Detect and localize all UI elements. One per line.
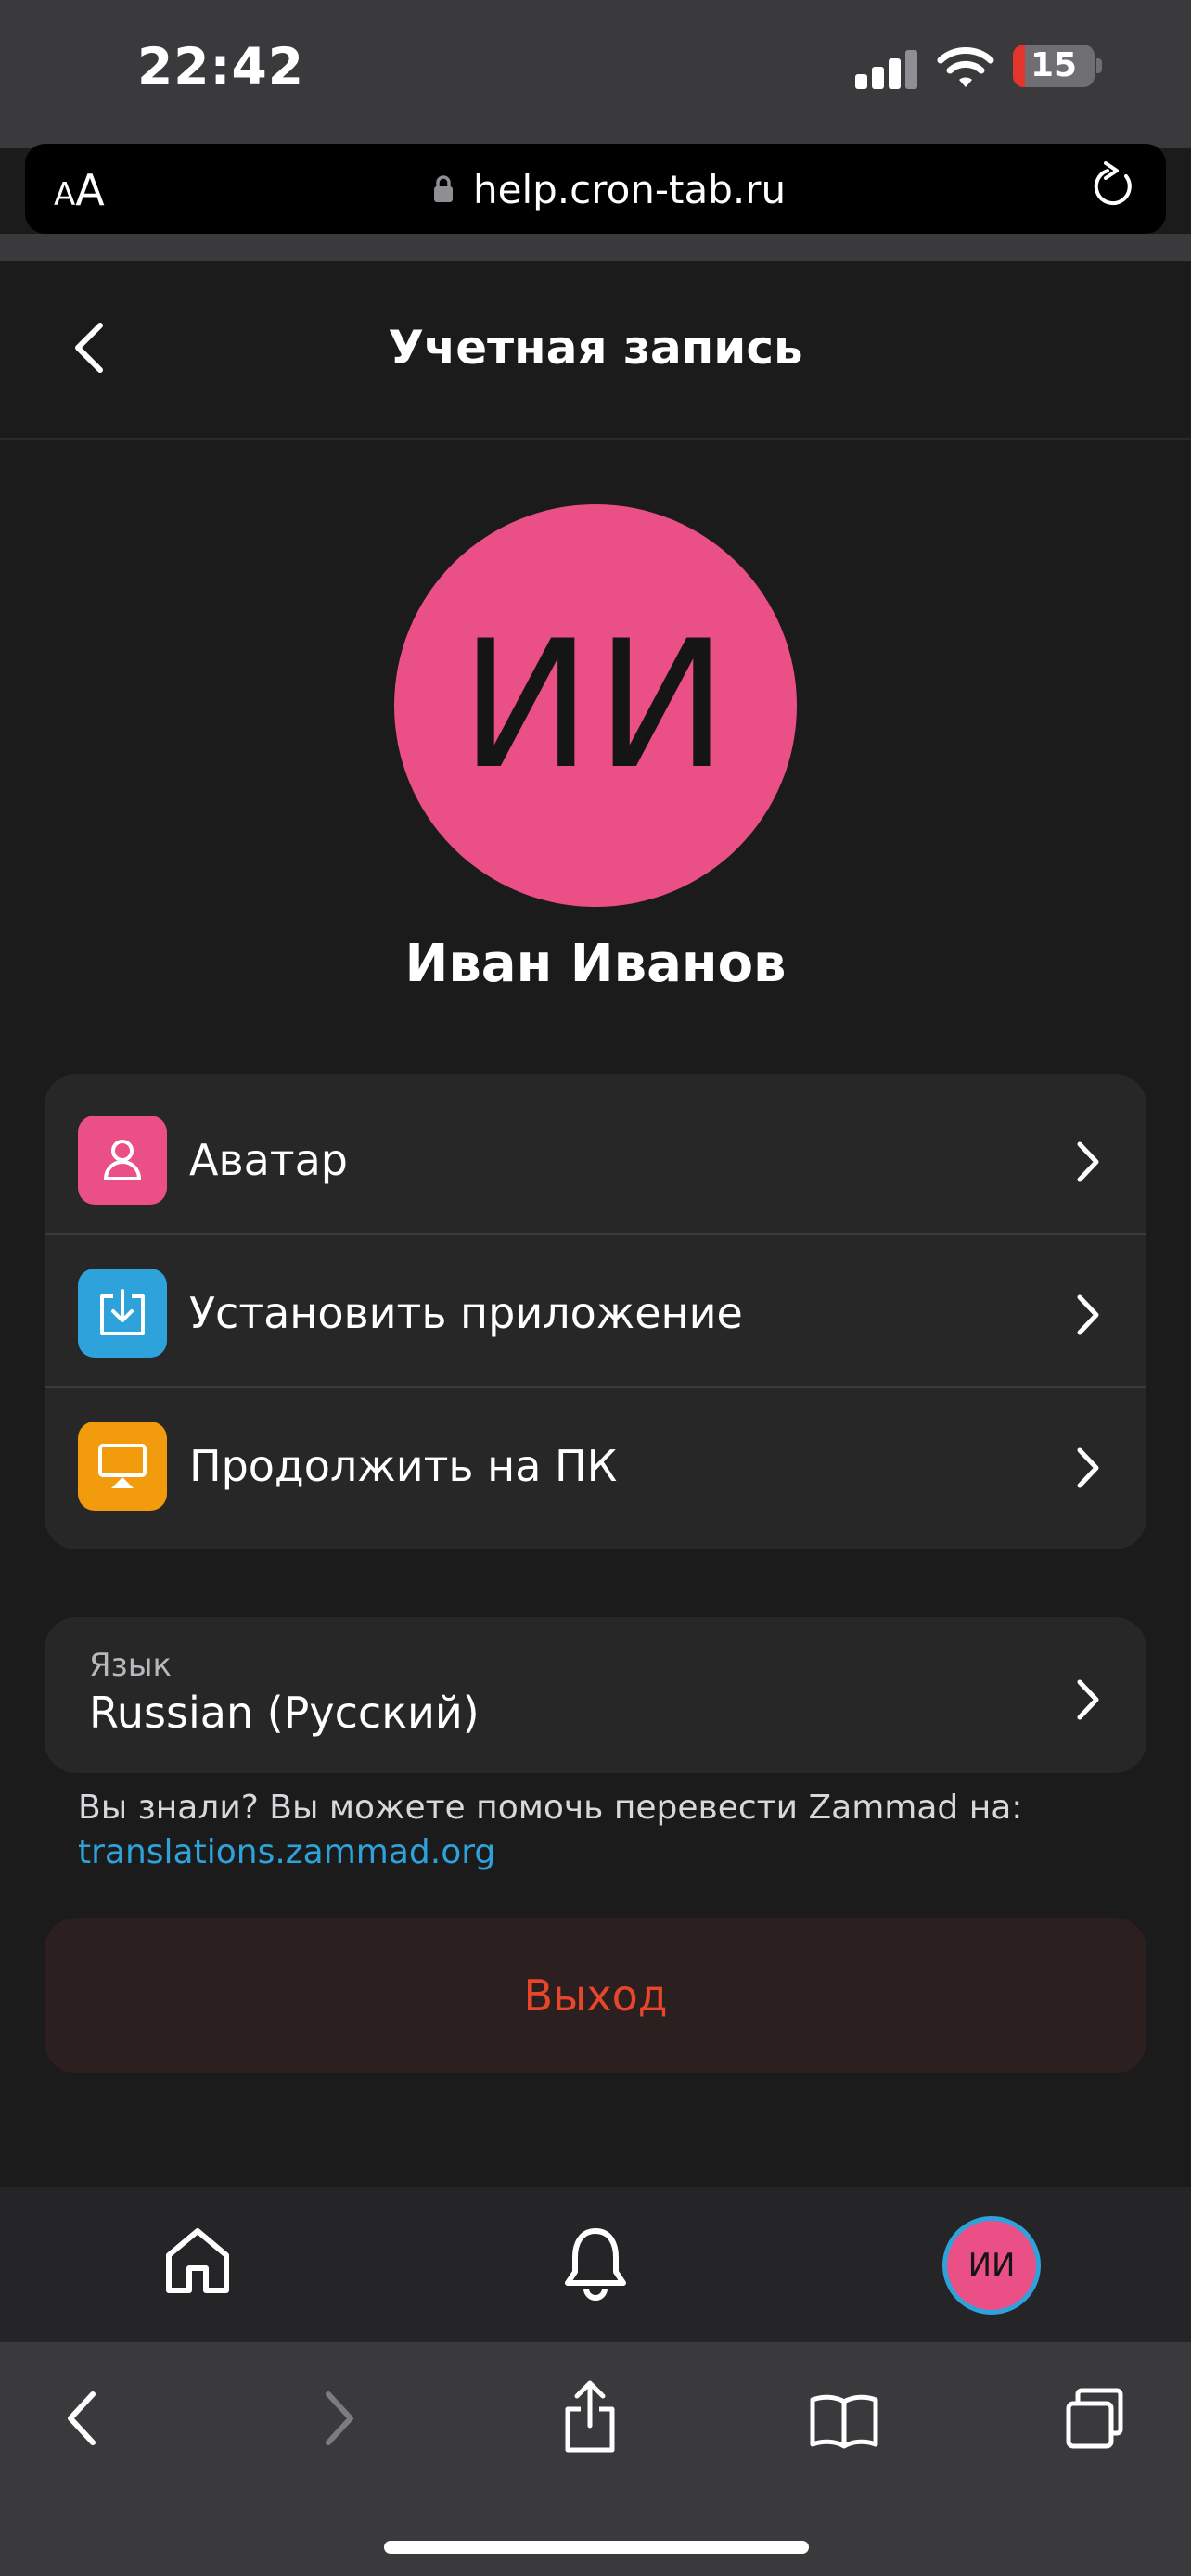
translation-hint: Вы знали? Вы можете помочь перевести Zam… [78,1789,1023,1827]
url-text[interactable]: help.cron-tab.ru [473,158,786,223]
menu-item-label: Продолжить на ПК [189,1441,618,1491]
menu-item-continue-on-pc[interactable]: Продолжить на ПК [45,1380,1146,1532]
bell-icon[interactable] [560,2224,631,2302]
avatar: ИИ [394,504,797,907]
chevron-right-icon [1077,1679,1099,1720]
download-icon [78,1269,167,1358]
reload-icon[interactable] [1091,159,1137,211]
chevron-right-icon [1077,1294,1099,1335]
browser-back-icon[interactable] [63,2391,100,2446]
language-caption: Язык [89,1647,173,1684]
status-time: 22:42 [137,37,305,96]
battery-percent: 15 [1030,46,1078,84]
logout-button[interactable]: Выход [45,1918,1146,2073]
tabs-icon[interactable] [1063,2387,1130,2454]
chevron-right-icon [1077,1447,1099,1488]
cellular-signal-icon [855,46,917,89]
home-icon[interactable] [163,2225,232,2296]
lock-icon [434,175,453,202]
bookmarks-icon[interactable] [809,2392,879,2450]
share-icon[interactable] [560,2379,620,2454]
menu-item-label: Аватар [189,1135,348,1185]
battery-nub [1096,58,1102,73]
home-indicator [384,2541,809,2554]
nav-avatar[interactable]: ИИ [942,2216,1041,2315]
desktop-icon [78,1422,167,1511]
translation-link[interactable]: translations.zammad.org [78,1830,495,1875]
user-icon [78,1116,167,1205]
account-menu: Аватар Установить приложение Продолжить … [45,1074,1146,1549]
language-value[interactable]: Russian (Русский) [89,1688,480,1738]
menu-item-install-app[interactable]: Установить приложение [45,1227,1146,1379]
text-size-label: AA [54,165,105,215]
chevron-right-icon [1077,1141,1099,1182]
battery-icon: 15 [1013,45,1095,87]
wifi-icon [937,47,994,87]
page-title: Учетная запись [388,321,803,375]
browser-chrome [0,234,1191,261]
text-size-button[interactable]: AA [54,158,105,223]
user-name: Иван Иванов [404,934,787,994]
menu-item-label: Установить приложение [189,1288,743,1338]
menu-item-avatar[interactable]: Аватар [45,1074,1146,1226]
browser-forward-icon[interactable] [321,2391,358,2446]
